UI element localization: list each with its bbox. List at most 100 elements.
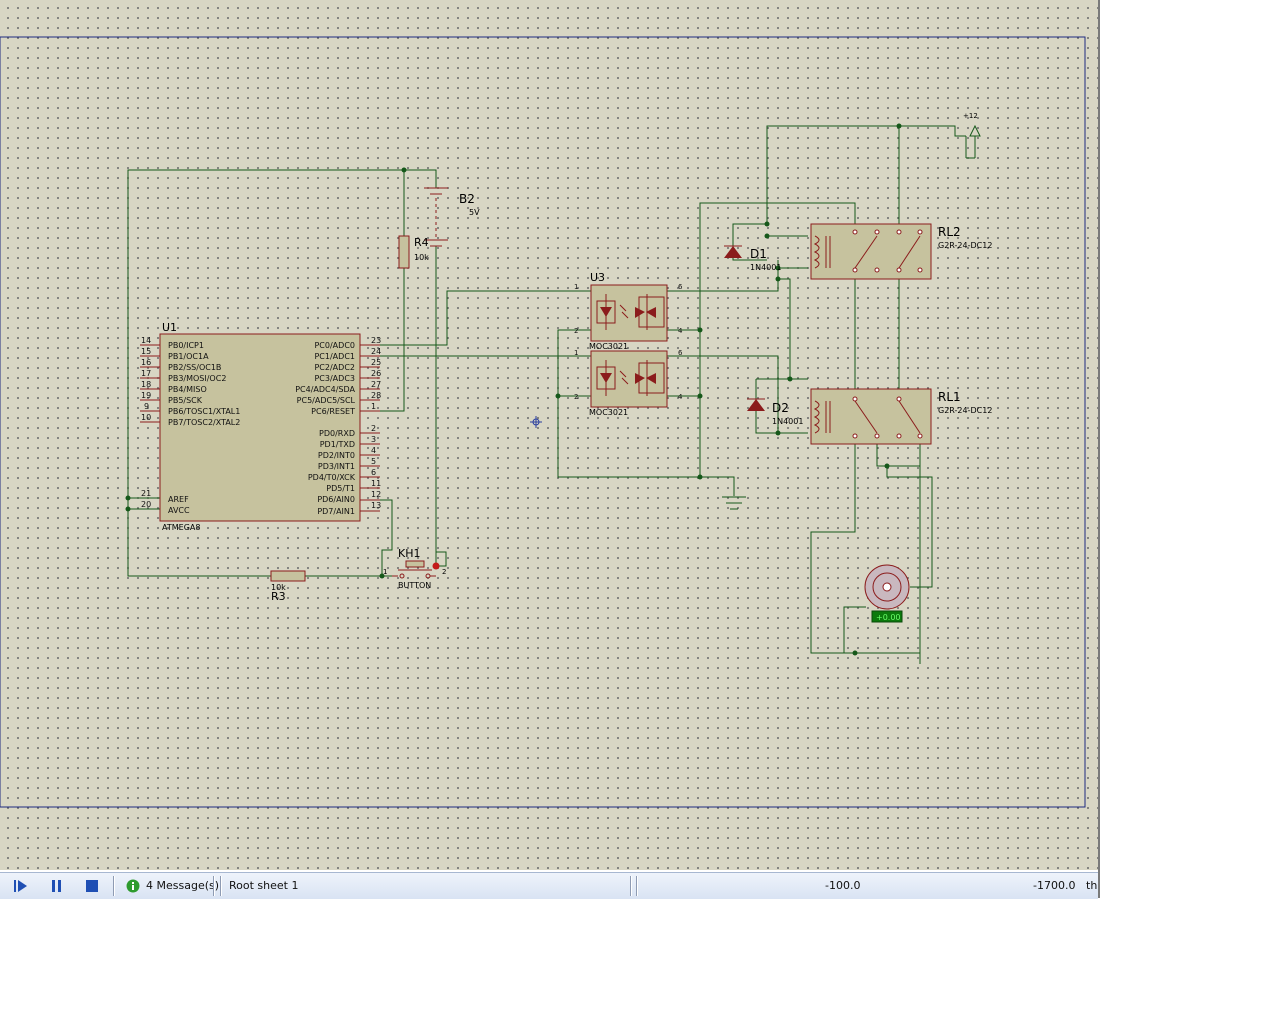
rl2-ref: RL2: [938, 225, 961, 239]
svg-text:PD5/T1: PD5/T1: [326, 484, 355, 493]
vertical-scrollbar-edge[interactable]: [1098, 0, 1100, 898]
svg-text:PD6/AIN0: PD6/AIN0: [317, 495, 355, 504]
rl2-part: G2R-24-DC12: [938, 241, 992, 250]
status-separator: [213, 876, 214, 896]
r4-value: 10k: [414, 253, 429, 262]
svg-text:4: 4: [678, 327, 683, 335]
sheet-name: Root sheet 1: [229, 879, 299, 892]
svg-text:6: 6: [678, 283, 683, 291]
svg-text:11: 11: [371, 479, 381, 488]
r3-ref: R3: [271, 590, 286, 603]
cursor-y-coordinate: -1700.0: [1033, 879, 1076, 892]
svg-text:28: 28: [371, 391, 381, 400]
coordinate-unit: th: [1086, 879, 1098, 892]
svg-text:2: 2: [574, 327, 578, 335]
svg-text:1: 1: [383, 568, 387, 576]
motor-readout: +0.00: [876, 613, 901, 622]
svg-text:PB7/TOSC2/XTAL2: PB7/TOSC2/XTAL2: [168, 418, 240, 427]
svg-text:2: 2: [442, 568, 446, 576]
svg-text:9: 9: [144, 402, 149, 411]
svg-text:PB1/OC1A: PB1/OC1A: [168, 352, 209, 361]
u3a-part: MOC3021: [589, 342, 628, 351]
svg-text:13: 13: [371, 501, 381, 510]
status-separator: [630, 876, 631, 896]
kh1-part: BUTTON: [398, 581, 431, 590]
svg-text:16: 16: [141, 358, 151, 367]
status-separator: [220, 876, 221, 896]
svg-text:4: 4: [678, 393, 683, 401]
svg-text:21: 21: [141, 489, 151, 498]
b2-ref: B2: [459, 192, 475, 206]
svg-text:17: 17: [141, 369, 151, 378]
status-separator: [636, 876, 637, 896]
svg-text:2: 2: [574, 393, 578, 401]
rl1-relay: [810, 388, 932, 445]
svg-text:20: 20: [141, 500, 151, 509]
svg-text:PB4/MISO: PB4/MISO: [168, 385, 207, 394]
svg-text:3: 3: [371, 435, 376, 444]
kh1-button: [392, 560, 436, 579]
svg-text:AREF: AREF: [168, 495, 189, 504]
svg-text:AVCC: AVCC: [168, 506, 190, 515]
pause-icon[interactable]: [48, 878, 64, 894]
power-label: +12: [963, 112, 978, 120]
b2-value: 5V: [469, 208, 480, 217]
svg-text:PB6/TOSC1/XTAL1: PB6/TOSC1/XTAL1: [168, 407, 240, 416]
svg-text:PB5/SCK: PB5/SCK: [168, 396, 203, 405]
rl1-part: G2R-24-DC12: [938, 406, 992, 415]
svg-text:12: 12: [371, 490, 381, 499]
svg-text:6: 6: [678, 349, 683, 357]
svg-text:PD3/INT1: PD3/INT1: [318, 462, 355, 471]
status-bar: 4 Message(s) Root sheet 1 -100.0 -1700.0…: [0, 872, 1098, 899]
rl2-relay: [810, 223, 932, 280]
ground-icon: [722, 496, 746, 510]
svg-text:PC5/ADC5/SCL: PC5/ADC5/SCL: [297, 396, 356, 405]
svg-text:PB3/MOSI/OC2: PB3/MOSI/OC2: [168, 374, 226, 383]
svg-text:1: 1: [574, 349, 578, 357]
svg-text:1: 1: [574, 283, 578, 291]
u3-ref: U3: [590, 271, 605, 284]
kh1-state-indicator: [432, 562, 440, 570]
svg-text:PD7/AIN1: PD7/AIN1: [317, 507, 355, 516]
svg-text:PB0/ICP1: PB0/ICP1: [168, 341, 204, 350]
r3-resistor: [270, 570, 306, 582]
svg-text:PC0/ADC0: PC0/ADC0: [314, 341, 355, 350]
d1-ref: D1: [750, 247, 767, 261]
dc-motor-icon: [864, 564, 910, 610]
svg-text:5: 5: [371, 457, 376, 466]
d2-ref: D2: [772, 401, 789, 415]
svg-text:PC2/ADC2: PC2/ADC2: [314, 363, 355, 372]
stop-icon[interactable]: [84, 878, 100, 894]
svg-text:PC4/ADC4/SDA: PC4/ADC4/SDA: [295, 385, 355, 394]
svg-text:PD1/TXD: PD1/TXD: [320, 440, 355, 449]
crosshair-cursor-icon: [530, 416, 542, 428]
status-separator: [113, 876, 114, 896]
svg-text:PD2/INT0: PD2/INT0: [318, 451, 355, 460]
svg-text:26: 26: [371, 369, 381, 378]
d1-part: 1N4001: [750, 263, 781, 272]
svg-text:25: 25: [371, 358, 381, 367]
svg-text:PD4/T0/XCK: PD4/T0/XCK: [308, 473, 356, 482]
svg-text:15: 15: [141, 347, 151, 356]
r4-resistor: [398, 235, 410, 269]
cursor-x-coordinate: -100.0: [825, 879, 861, 892]
svg-text:10: 10: [141, 413, 151, 422]
d2-diode: [747, 398, 765, 411]
u1-atmega8: U1 ATMEGA8 PB0/ICP1 PB1/OC1A PB2/SS/OC1B…: [140, 321, 381, 532]
svg-text:4: 4: [371, 446, 376, 455]
svg-text:18: 18: [141, 380, 151, 389]
svg-text:14: 14: [141, 336, 151, 345]
svg-text:19: 19: [141, 391, 151, 400]
messages-count[interactable]: 4 Message(s): [146, 873, 219, 899]
u1-ref: U1: [162, 321, 177, 334]
svg-text:PC3/ADC3: PC3/ADC3: [314, 374, 355, 383]
kh1-ref: KH1: [398, 547, 420, 560]
play-icon[interactable]: [12, 878, 28, 894]
u1-part: ATMEGA8: [162, 523, 200, 532]
svg-text:PC6/RESET: PC6/RESET: [311, 407, 355, 416]
svg-text:24: 24: [371, 347, 381, 356]
r4-ref: R4: [414, 236, 429, 249]
rl1-ref: RL1: [938, 390, 961, 404]
svg-text:23: 23: [371, 336, 381, 345]
svg-text:PB2/SS/OC1B: PB2/SS/OC1B: [168, 363, 221, 372]
